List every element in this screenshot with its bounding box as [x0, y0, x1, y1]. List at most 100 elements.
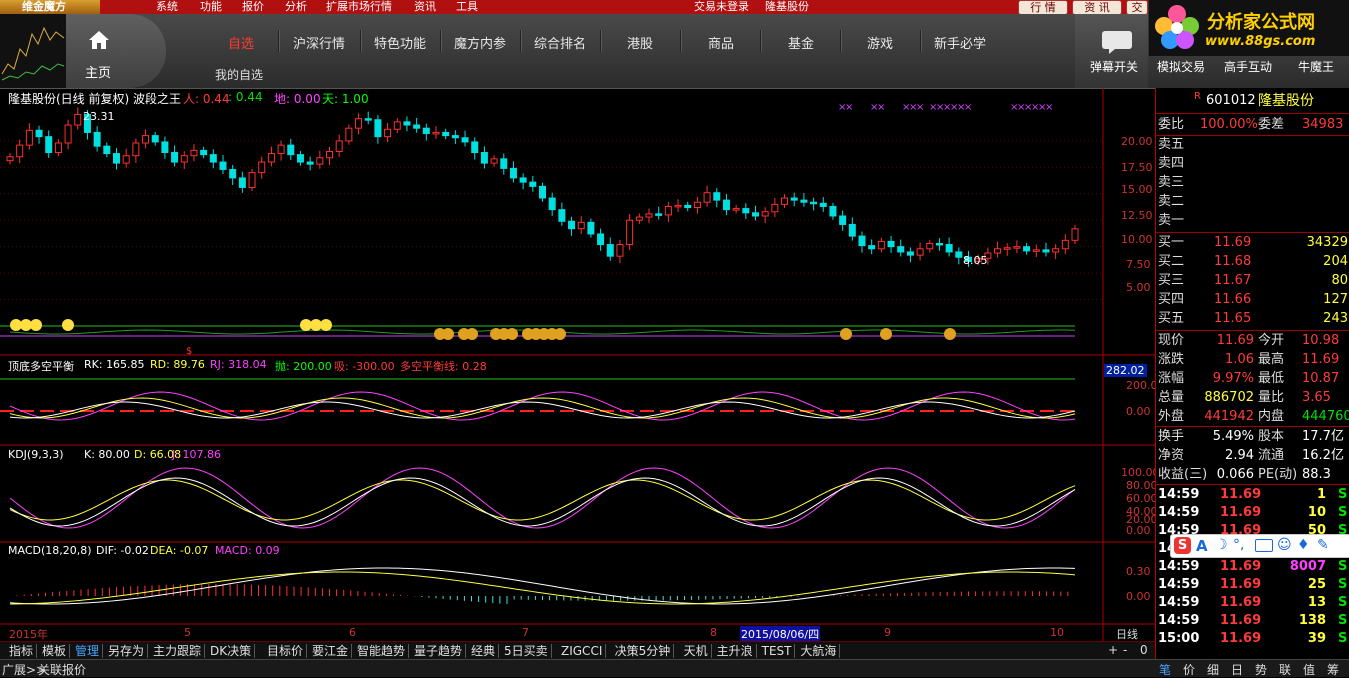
- burger-signal-icon: [442, 328, 454, 340]
- high-price-label: 23.31: [83, 110, 115, 123]
- indicator-tab[interactable]: TEST: [759, 644, 796, 658]
- candle-body: [132, 142, 140, 157]
- signal-marker: ×: [1045, 102, 1053, 113]
- related-quotes-link[interactable]: 关联报价: [38, 661, 86, 678]
- candle-body: [771, 203, 779, 213]
- candle-body: [345, 127, 353, 142]
- zoom-out-button[interactable]: -: [1123, 643, 1127, 657]
- period-selector[interactable]: 日线: [1116, 626, 1138, 642]
- chart-thumbnail[interactable]: [0, 14, 66, 88]
- news-mode-button[interactable]: 资 讯: [1072, 0, 1122, 15]
- tab-commodities[interactable]: 商品: [708, 33, 734, 52]
- quote-detail-tab[interactable]: 联: [1279, 661, 1291, 678]
- ime-user-icon[interactable]: ☺: [1277, 537, 1292, 553]
- ime-skin-icon[interactable]: ♦: [1297, 537, 1310, 553]
- ime-punct-icon[interactable]: ☽: [1215, 537, 1228, 553]
- chart-area[interactable]: × × × × × × × × × × × × × × × × × × × $ 隆基股份(日线 前复权) 波段之王 …: [0, 88, 1160, 642]
- zoom-in-button[interactable]: +: [1108, 643, 1118, 657]
- menu-system[interactable]: 系统: [156, 0, 178, 14]
- rj-line: [9, 391, 1076, 421]
- stat-row: 涨跌 1.06 最高 11.69: [1158, 352, 1340, 367]
- sogou-logo-icon[interactable]: S: [1174, 537, 1191, 554]
- rd-line: [9, 397, 1076, 419]
- tick-row: 14:59 11.69 10 S: [1158, 505, 1348, 520]
- indicator-tab[interactable]: 要江金: [309, 644, 353, 658]
- y-tick-10: 10.00: [1121, 233, 1153, 246]
- candle-body: [858, 235, 866, 247]
- quote-detail-tab[interactable]: 值: [1303, 661, 1315, 678]
- indicator-tab[interactable]: 主力跟踪: [150, 644, 206, 658]
- candle-body: [955, 251, 963, 258]
- candle-body: [509, 167, 517, 179]
- trade-mode-button[interactable]: 交: [1126, 0, 1148, 15]
- candle-body: [558, 209, 566, 222]
- niu-mowang-button[interactable]: 牛魔王: [1298, 58, 1334, 75]
- quote-detail-tab[interactable]: 势: [1255, 661, 1267, 678]
- indicator-tab[interactable]: 智能趋势: [354, 644, 410, 658]
- ime-tools-icon[interactable]: ✎: [1317, 537, 1329, 553]
- quote-detail-tab[interactable]: 筹: [1327, 661, 1339, 678]
- reset-zoom-button[interactable]: 0: [1140, 643, 1148, 657]
- tab-insider-reference[interactable]: 魔方内参: [454, 33, 506, 52]
- candle-body: [994, 248, 1002, 254]
- macd-title: MACD(18,20,8): [8, 544, 92, 557]
- indicator-tab[interactable]: ZIGCCI: [558, 644, 607, 658]
- indicator-tab[interactable]: 经典: [468, 644, 500, 658]
- quote-mode-button[interactable]: 行 情: [1018, 0, 1068, 15]
- menu-analysis[interactable]: 分析: [285, 0, 307, 14]
- ime-lang-icon[interactable]: A: [1196, 537, 1208, 555]
- candle-body: [742, 208, 750, 214]
- candle-body: [887, 240, 895, 248]
- indicator-tab[interactable]: 指标: [6, 644, 38, 658]
- danmaku-toggle-button[interactable]: 弹幕开关: [1090, 58, 1138, 75]
- menu-quote[interactable]: 报价: [242, 0, 264, 14]
- menu-function[interactable]: 功能: [200, 0, 222, 14]
- home-button[interactable]: 主页: [66, 14, 166, 88]
- x-label-september: 9: [884, 626, 891, 639]
- finance-row: 净资 2.94 流通 16.2亿: [1158, 448, 1344, 463]
- indicator-tab[interactable]: 管理: [72, 644, 104, 658]
- ime-toolbar[interactable]: S A ☽ °, ☺ ♦ ✎: [1170, 534, 1349, 558]
- quote-detail-tab[interactable]: 日: [1231, 661, 1243, 678]
- indicator-tab[interactable]: DK决策: [207, 644, 256, 658]
- trade-login-status[interactable]: 交易未登录: [694, 0, 749, 14]
- tab-hk-stocks[interactable]: 港股: [627, 33, 653, 52]
- quote-detail-tab[interactable]: 价: [1183, 661, 1195, 678]
- tab-games[interactable]: 游戏: [867, 33, 893, 52]
- indicator-tab[interactable]: 大航海: [797, 644, 841, 658]
- candle-body: [713, 192, 721, 201]
- signal-marker: ×: [916, 102, 924, 113]
- candle-body: [6, 156, 14, 162]
- quote-detail-tab[interactable]: 笔: [1159, 661, 1171, 678]
- candle-body: [103, 145, 111, 155]
- tab-funds[interactable]: 基金: [788, 33, 814, 52]
- menu-tools[interactable]: 工具: [456, 0, 478, 14]
- tab-beginner-guide[interactable]: 新手必学: [934, 33, 986, 52]
- indicator-tab[interactable]: 决策5分钟: [612, 644, 675, 658]
- indicator-tab[interactable]: 另存为: [105, 644, 149, 658]
- indicator-tab[interactable]: 主升浪: [714, 644, 757, 658]
- quote-panel: R 601012 隆基股份 委比 100.00% 委差 34983 卖五 卖四 …: [1155, 88, 1349, 676]
- menu-news[interactable]: 资讯: [414, 0, 436, 14]
- simulated-trading-button[interactable]: 模拟交易: [1157, 58, 1205, 75]
- candle-body: [326, 150, 333, 159]
- tab-sh-sz-market[interactable]: 沪深行情: [293, 33, 345, 52]
- expert-interaction-button[interactable]: 高手互动: [1224, 58, 1272, 75]
- ime-keyboard-icon[interactable]: [1255, 539, 1273, 552]
- indicator-tab[interactable]: 天机: [681, 644, 712, 658]
- ime-width-icon[interactable]: °,: [1233, 537, 1244, 553]
- indicator-tab[interactable]: 量子趋势: [411, 644, 467, 658]
- indicator-tab[interactable]: 模板: [39, 644, 71, 658]
- subtab-my-watchlist[interactable]: 我的自选: [215, 66, 263, 83]
- tab-special-features[interactable]: 特色功能: [374, 33, 426, 52]
- candle-body: [35, 129, 43, 138]
- candle-body: [364, 118, 372, 121]
- indicator-ren: 人: 0.44: [183, 92, 230, 106]
- x-label-june: 6: [349, 626, 356, 639]
- menu-extended-market[interactable]: 扩展市场行情: [326, 0, 392, 14]
- quote-detail-tab[interactable]: 细: [1207, 661, 1219, 678]
- indicator-tab[interactable]: 5日买卖: [501, 644, 552, 658]
- tab-overall-ranking[interactable]: 综合排名: [534, 33, 586, 52]
- candle-body: [451, 135, 459, 139]
- indicator-tab[interactable]: 目标价: [264, 644, 308, 658]
